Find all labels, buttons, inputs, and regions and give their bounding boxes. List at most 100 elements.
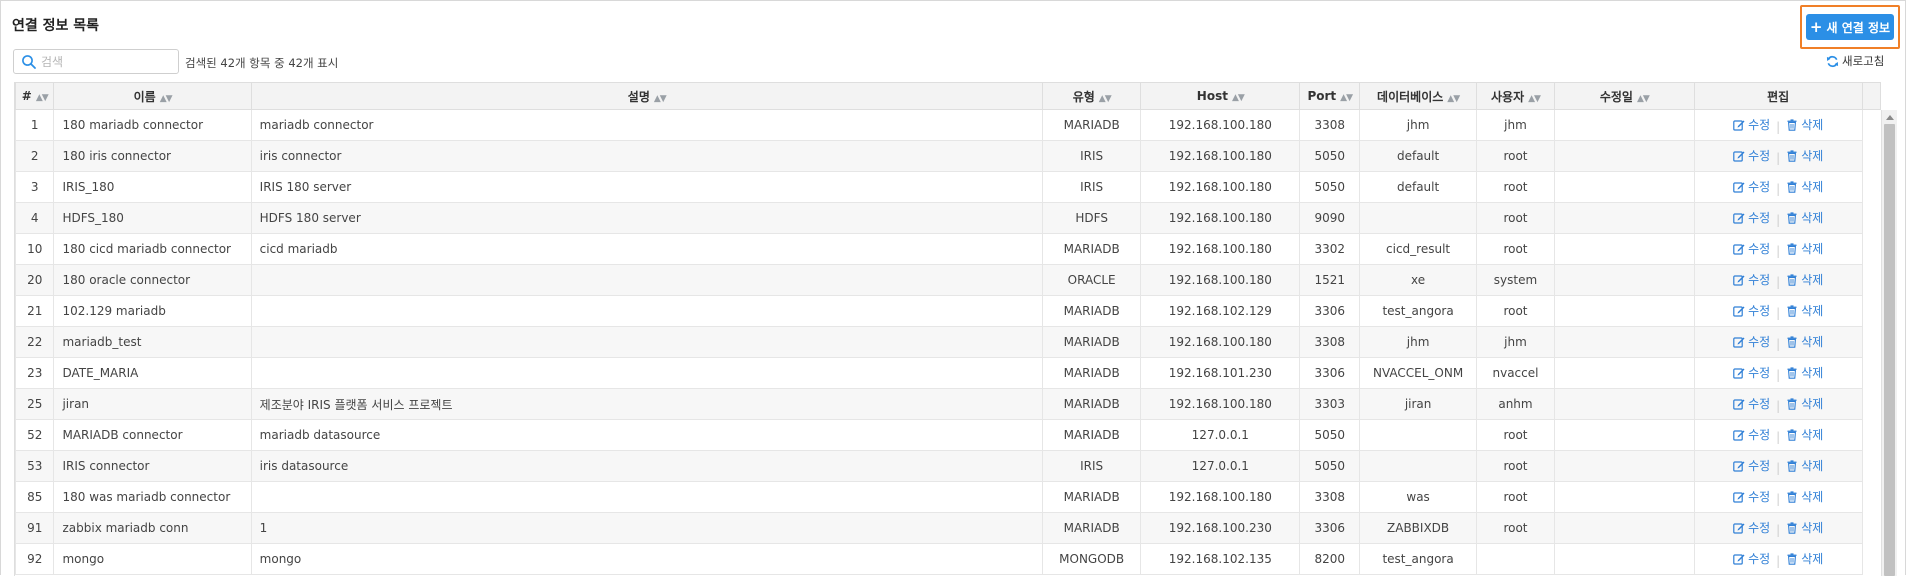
cell-host: 192.168.100.180 bbox=[1140, 264, 1301, 296]
column-header-database[interactable]: 데이터베이스 ▲▼ bbox=[1359, 82, 1477, 110]
edit-button[interactable]: 수정 bbox=[1733, 457, 1770, 474]
edit-button[interactable]: 수정 bbox=[1733, 488, 1770, 505]
edit-button[interactable]: 수정 bbox=[1733, 519, 1770, 536]
table-row: 91 zabbix mariadb conn 1 MARIADB 192.168.100… bbox=[15, 512, 1881, 544]
delete-button[interactable]: 삭제 bbox=[1786, 240, 1823, 257]
scrollbar-gutter bbox=[1862, 357, 1881, 389]
delete-button[interactable]: 삭제 bbox=[1786, 519, 1823, 536]
cell-port: 5050 bbox=[1299, 171, 1361, 203]
cell-actions: 수정 | 삭제 bbox=[1693, 140, 1863, 172]
cell-database bbox=[1359, 419, 1477, 451]
column-header-description[interactable]: 설명 ▲▼ bbox=[250, 82, 1043, 110]
edit-button[interactable]: 수정 bbox=[1733, 426, 1770, 443]
refresh-button[interactable]: 새로고침 bbox=[1826, 53, 1884, 69]
edit-icon bbox=[1733, 275, 1745, 286]
cell-database: default bbox=[1359, 171, 1477, 203]
cell-number: 2 bbox=[15, 140, 55, 172]
delete-button[interactable]: 삭제 bbox=[1786, 302, 1823, 319]
edit-icon bbox=[1733, 554, 1745, 565]
new-connection-button[interactable]: + 새 연결 정보 bbox=[1806, 14, 1894, 40]
trash-icon bbox=[1787, 522, 1797, 534]
table-row: 10 180 cicd mariadb connector cicd mariadb… bbox=[15, 233, 1881, 265]
column-header-modified[interactable]: 수정일 ▲▼ bbox=[1554, 82, 1695, 110]
action-divider: | bbox=[1776, 491, 1781, 506]
delete-button[interactable]: 삭제 bbox=[1786, 550, 1823, 567]
delete-label: 삭제 bbox=[1801, 242, 1824, 257]
delete-label: 삭제 bbox=[1801, 490, 1824, 505]
edit-icon bbox=[1733, 337, 1745, 348]
delete-button[interactable]: 삭제 bbox=[1786, 271, 1823, 288]
column-header-user[interactable]: 사용자 ▲▼ bbox=[1475, 82, 1556, 110]
cell-number: 92 bbox=[15, 543, 55, 575]
scroll-up-arrow-icon[interactable] bbox=[1886, 115, 1894, 120]
column-header-label: 데이터베이스 bbox=[1377, 89, 1444, 104]
sort-icon: ▲▼ bbox=[35, 93, 49, 103]
delete-button[interactable]: 삭제 bbox=[1786, 488, 1823, 505]
cell-type: MARIADB bbox=[1041, 233, 1142, 265]
table-row: 3 IRIS_180 IRIS 180 server IRIS 192.168.100.… bbox=[15, 171, 1881, 203]
edit-button[interactable]: 수정 bbox=[1733, 333, 1770, 350]
delete-button[interactable]: 삭제 bbox=[1786, 395, 1823, 412]
search-box[interactable] bbox=[13, 49, 179, 74]
delete-label: 삭제 bbox=[1801, 180, 1824, 195]
column-header-host[interactable]: Host ▲▼ bbox=[1140, 82, 1301, 110]
scrollbar-gutter bbox=[1862, 512, 1881, 544]
edit-button[interactable]: 수정 bbox=[1733, 116, 1770, 133]
edit-button[interactable]: 수정 bbox=[1733, 147, 1770, 164]
column-header-number[interactable]: # ▲▼ bbox=[15, 82, 55, 110]
column-header-label: 이름 bbox=[133, 89, 156, 104]
trash-icon bbox=[1787, 429, 1797, 441]
cell-port: 3308 bbox=[1299, 326, 1361, 358]
delete-button[interactable]: 삭제 bbox=[1786, 457, 1823, 474]
edit-button[interactable]: 수정 bbox=[1733, 209, 1770, 226]
trash-icon bbox=[1787, 243, 1797, 255]
edit-button[interactable]: 수정 bbox=[1733, 302, 1770, 319]
edit-label: 수정 bbox=[1748, 521, 1771, 536]
edit-button[interactable]: 수정 bbox=[1733, 271, 1770, 288]
column-header-type[interactable]: 유형 ▲▼ bbox=[1041, 82, 1142, 110]
edit-label: 수정 bbox=[1748, 366, 1771, 381]
cell-type: MARIADB bbox=[1041, 481, 1142, 513]
sort-icon: ▲▼ bbox=[1447, 93, 1460, 104]
delete-button[interactable]: 삭제 bbox=[1786, 116, 1823, 133]
sort-icon: ▲▼ bbox=[1528, 93, 1541, 104]
edit-button[interactable]: 수정 bbox=[1733, 550, 1770, 567]
table-row: 92 mongo mongo MONGODB 192.168.102.135 8200 te… bbox=[15, 543, 1881, 575]
edit-button[interactable]: 수정 bbox=[1733, 178, 1770, 195]
scrollbar-thumb[interactable] bbox=[1884, 124, 1895, 576]
delete-button[interactable]: 삭제 bbox=[1786, 364, 1823, 381]
scrollbar-gutter bbox=[1862, 326, 1881, 358]
action-divider: | bbox=[1776, 243, 1781, 258]
edit-button[interactable]: 수정 bbox=[1733, 364, 1770, 381]
cell-actions: 수정 | 삭제 bbox=[1693, 109, 1863, 141]
delete-button[interactable]: 삭제 bbox=[1786, 333, 1823, 350]
delete-button[interactable]: 삭제 bbox=[1786, 209, 1823, 226]
edit-label: 수정 bbox=[1748, 149, 1771, 164]
cell-name: 180 was mariadb connector bbox=[53, 481, 252, 513]
delete-button[interactable]: 삭제 bbox=[1786, 147, 1823, 164]
cell-type: ORACLE bbox=[1041, 264, 1142, 296]
edit-icon bbox=[1733, 213, 1745, 224]
cell-number: 21 bbox=[15, 295, 55, 327]
edit-icon bbox=[1733, 368, 1745, 379]
cell-user: root bbox=[1475, 512, 1556, 544]
delete-button[interactable]: 삭제 bbox=[1786, 426, 1823, 443]
delete-button[interactable]: 삭제 bbox=[1786, 178, 1823, 195]
column-header-name[interactable]: 이름 ▲▼ bbox=[53, 82, 252, 110]
edit-button[interactable]: 수정 bbox=[1733, 240, 1770, 257]
column-header-port[interactable]: Port ▲▼ bbox=[1299, 82, 1361, 110]
vertical-scrollbar[interactable] bbox=[1881, 110, 1897, 576]
cell-user: root bbox=[1475, 171, 1556, 203]
cell-actions: 수정 | 삭제 bbox=[1693, 171, 1863, 203]
cell-user: jhm bbox=[1475, 109, 1556, 141]
action-divider: | bbox=[1776, 119, 1781, 134]
search-input[interactable] bbox=[41, 52, 171, 71]
trash-icon bbox=[1787, 491, 1797, 503]
edit-label: 수정 bbox=[1748, 490, 1771, 505]
cell-port: 3303 bbox=[1299, 388, 1361, 420]
delete-label: 삭제 bbox=[1801, 149, 1824, 164]
edit-button[interactable]: 수정 bbox=[1733, 395, 1770, 412]
result-count: 검색된 42개 항목 중 42개 표시 bbox=[185, 56, 339, 70]
edit-icon bbox=[1733, 182, 1745, 193]
cell-name: 180 mariadb connector bbox=[53, 109, 252, 141]
